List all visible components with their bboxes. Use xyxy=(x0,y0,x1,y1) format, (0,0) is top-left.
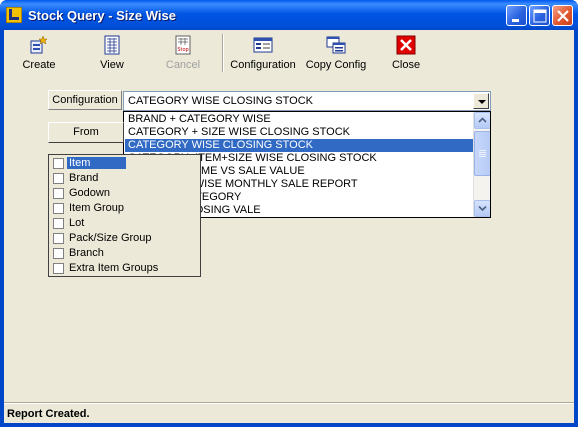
configuration-selected-value: CATEGORY WISE CLOSING STOCK xyxy=(128,95,314,107)
list-item-branch[interactable]: Branch xyxy=(51,246,200,261)
configuration-combobox[interactable]: CATEGORY WISE CLOSING STOCK xyxy=(123,91,491,111)
chevron-down-icon xyxy=(478,100,486,104)
window-frame: Stock Query - Size Wise Create View Stop… xyxy=(0,0,578,427)
grip-line xyxy=(479,150,486,151)
configuration-button[interactable]: Configuration xyxy=(228,32,298,74)
toolbar-separator xyxy=(222,34,224,72)
create-icon xyxy=(30,35,48,54)
checkbox[interactable] xyxy=(53,203,64,214)
chevron-up-icon xyxy=(478,117,487,123)
status-bar: Report Created. xyxy=(4,403,574,423)
list-item-label: Item Group xyxy=(69,202,125,214)
close-red-x-icon xyxy=(396,35,416,55)
checkbox[interactable] xyxy=(53,158,64,169)
window-title: Stock Query - Size Wise xyxy=(28,8,176,23)
close-window-button[interactable] xyxy=(552,5,573,26)
create-button[interactable]: Create xyxy=(18,32,60,74)
list-item-extra-item-groups[interactable]: Extra Item Groups xyxy=(51,261,200,276)
cancel-label: Cancel xyxy=(165,59,201,71)
list-item-label: Branch xyxy=(69,247,104,259)
scroll-up-button[interactable] xyxy=(474,112,490,129)
dropdown-option[interactable]: CATEGORY + SIZE WISE CLOSING STOCK xyxy=(125,126,474,139)
list-item-label: Item xyxy=(67,157,126,169)
checkbox[interactable] xyxy=(53,263,64,274)
list-item-label: Brand xyxy=(69,172,99,184)
chevron-down-icon xyxy=(478,205,487,212)
list-item-brand[interactable]: Brand xyxy=(51,171,200,186)
list-item-label: Godown xyxy=(69,187,110,199)
checkbox[interactable] xyxy=(53,188,64,199)
grip-line xyxy=(479,156,486,157)
close-label: Close xyxy=(391,59,421,71)
grip-line xyxy=(479,152,486,153)
cancel-report-icon: Stop xyxy=(175,35,191,55)
configuration-icon xyxy=(253,37,273,53)
combo-dropdown-button[interactable] xyxy=(473,93,489,109)
minimize-icon xyxy=(512,19,519,22)
grip-line xyxy=(479,154,486,155)
cancel-button[interactable]: Stop Cancel xyxy=(162,32,204,74)
client-area: Create View Stop Cancel Configuration Co… xyxy=(4,30,574,423)
copy-config-label: Copy Config xyxy=(305,59,367,71)
checkbox[interactable] xyxy=(53,173,64,184)
configuration-field-label: Configuration xyxy=(48,90,122,110)
scroll-thumb[interactable] xyxy=(474,131,490,176)
list-item-pack-size-group[interactable]: Pack/Size Group xyxy=(51,231,200,246)
copy-config-button[interactable]: Copy Config xyxy=(304,32,368,74)
dropdown-option[interactable]: BRAND + CATEGORY WISE xyxy=(125,113,474,126)
checkbox[interactable] xyxy=(53,248,64,259)
maximize-icon xyxy=(533,9,547,23)
app-window: Stock Query - Size Wise Create View Stop… xyxy=(0,0,578,427)
from-button[interactable]: From xyxy=(48,122,124,143)
close-button[interactable]: Close xyxy=(386,32,426,74)
list-item-lot[interactable]: Lot xyxy=(51,216,200,231)
maximize-button[interactable] xyxy=(529,5,550,26)
title-bar[interactable]: Stock Query - Size Wise xyxy=(0,0,578,30)
configuration-label: Configuration xyxy=(230,59,296,71)
list-item-label: Extra Item Groups xyxy=(69,262,159,274)
dropdown-option-selected[interactable]: CATEGORY WISE CLOSING STOCK xyxy=(125,139,474,152)
app-icon xyxy=(5,6,23,24)
list-item-label: Lot xyxy=(69,217,85,229)
view-icon xyxy=(104,35,120,55)
checkbox[interactable] xyxy=(53,218,64,229)
dropdown-scrollbar[interactable] xyxy=(473,112,490,217)
create-label: Create xyxy=(22,59,56,71)
list-item-item[interactable]: Item xyxy=(51,156,200,171)
list-item-label: Pack/Size Group xyxy=(69,232,152,244)
list-item-item-group[interactable]: Item Group xyxy=(51,201,200,216)
copy-config-icon xyxy=(326,36,346,54)
checkbox[interactable] xyxy=(53,233,64,244)
status-text: Report Created. xyxy=(7,408,90,420)
view-button[interactable]: View xyxy=(92,32,132,74)
group-by-list: Item Brand Godown Item Group Lot Pack/Si… xyxy=(48,154,201,277)
list-item-godown[interactable]: Godown xyxy=(51,186,200,201)
scroll-down-button[interactable] xyxy=(474,200,490,217)
view-label: View xyxy=(100,59,124,71)
toolbar: Create View Stop Cancel Configuration Co… xyxy=(4,30,574,76)
minimize-button[interactable] xyxy=(506,5,527,26)
svg-text:Stop: Stop xyxy=(177,47,188,53)
close-icon xyxy=(557,10,569,22)
